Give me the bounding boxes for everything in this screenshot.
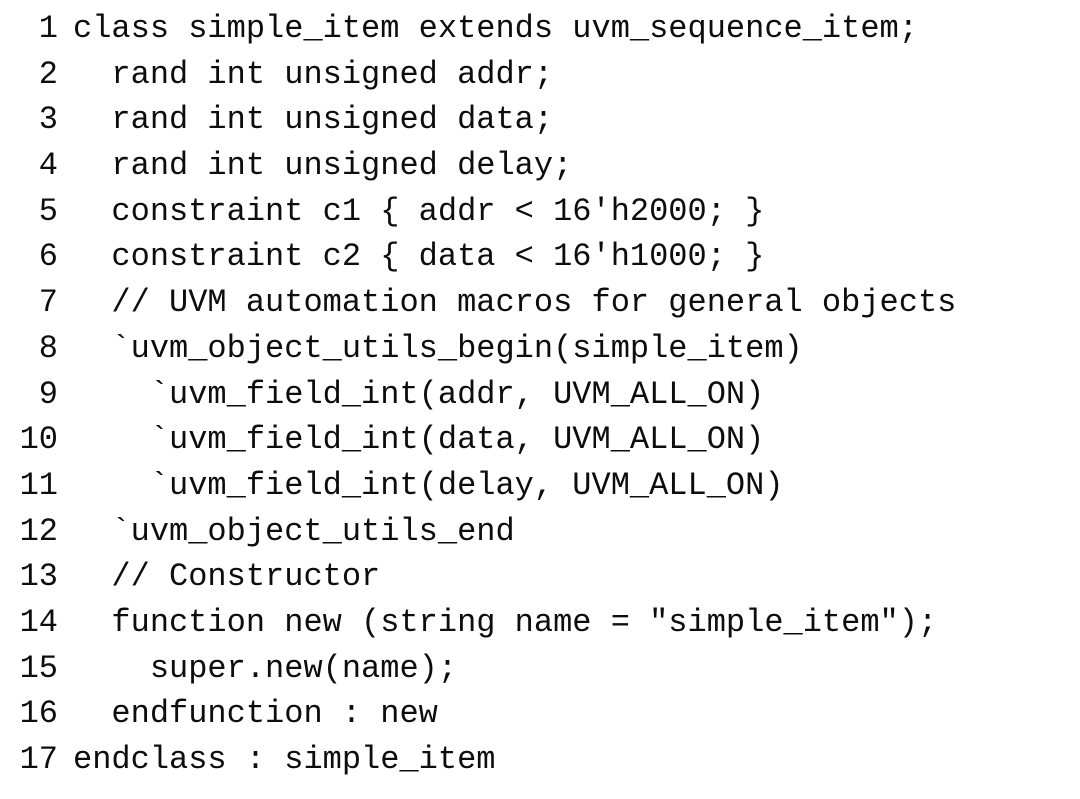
code-line: 3 rand int unsigned data;: [0, 97, 1080, 143]
line-number: 14: [19, 603, 58, 641]
line-number: 9: [38, 375, 58, 413]
code-line: 12 `uvm_object_utils_end: [0, 509, 1080, 555]
line-content: constraint c1 { addr < 16'h2000; }: [73, 192, 765, 230]
line-content: rand int unsigned delay;: [73, 147, 573, 185]
code-line: 13 // Constructor: [0, 554, 1080, 600]
code-line: 10 `uvm_field_int(data, UVM_ALL_ON): [0, 417, 1080, 463]
line-content: // Constructor: [73, 558, 381, 596]
line-number: 16: [19, 695, 58, 733]
line-content: // UVM automation macros for general obj…: [73, 284, 957, 322]
line-content: `uvm_object_utils_end: [73, 512, 515, 550]
code-line: 9 `uvm_field_int(addr, UVM_ALL_ON): [0, 372, 1080, 418]
line-number: 4: [38, 147, 58, 185]
code-line: 7 // UVM automation macros for general o…: [0, 280, 1080, 326]
line-number: 3: [38, 101, 58, 139]
code-listing: 1 class simple_item extends uvm_sequence…: [0, 0, 1080, 799]
line-content: `uvm_field_int(delay, UVM_ALL_ON): [73, 466, 784, 504]
line-content: `uvm_object_utils_begin(simple_item): [73, 329, 803, 367]
code-line: 16 endfunction : new: [0, 691, 1080, 737]
line-number: 6: [38, 238, 58, 276]
line-number: 12: [19, 512, 58, 550]
line-number: 2: [38, 55, 58, 93]
code-line: 14 function new (string name = "simple_i…: [0, 600, 1080, 646]
line-number: 13: [19, 558, 58, 596]
code-line: 4 rand int unsigned delay;: [0, 143, 1080, 189]
line-number: 15: [19, 649, 58, 687]
code-line: 2 rand int unsigned addr;: [0, 52, 1080, 98]
line-number: 17: [19, 741, 58, 778]
line-content: endclass : simple_item: [73, 741, 496, 778]
line-content: rand int unsigned data;: [73, 101, 554, 139]
code-line: 17 endclass : simple_item: [0, 737, 1080, 783]
line-content: `uvm_field_int(data, UVM_ALL_ON): [73, 421, 765, 459]
code-line: 8 `uvm_object_utils_begin(simple_item): [0, 326, 1080, 372]
line-number: 11: [19, 466, 58, 504]
line-content: rand int unsigned addr;: [73, 55, 554, 93]
line-number: 7: [38, 284, 58, 322]
line-content: super.new(name);: [73, 649, 458, 687]
code-line: 15 super.new(name);: [0, 646, 1080, 692]
line-number: 1: [38, 10, 58, 47]
line-number: 10: [19, 421, 58, 459]
code-line: 6 constraint c2 { data < 16'h1000; }: [0, 234, 1080, 280]
line-content: `uvm_field_int(addr, UVM_ALL_ON): [73, 375, 765, 413]
code-line: 11 `uvm_field_int(delay, UVM_ALL_ON): [0, 463, 1080, 509]
code-line: 1 class simple_item extends uvm_sequence…: [0, 6, 1080, 52]
line-number: 5: [38, 192, 58, 230]
line-content: class simple_item extends uvm_sequence_i…: [73, 10, 918, 47]
code-line: 5 constraint c1 { addr < 16'h2000; }: [0, 189, 1080, 235]
line-content: endfunction : new: [73, 695, 438, 733]
line-content: function new (string name = "simple_item…: [73, 603, 938, 641]
line-number: 8: [38, 329, 58, 367]
line-content: constraint c2 { data < 16'h1000; }: [73, 238, 765, 276]
